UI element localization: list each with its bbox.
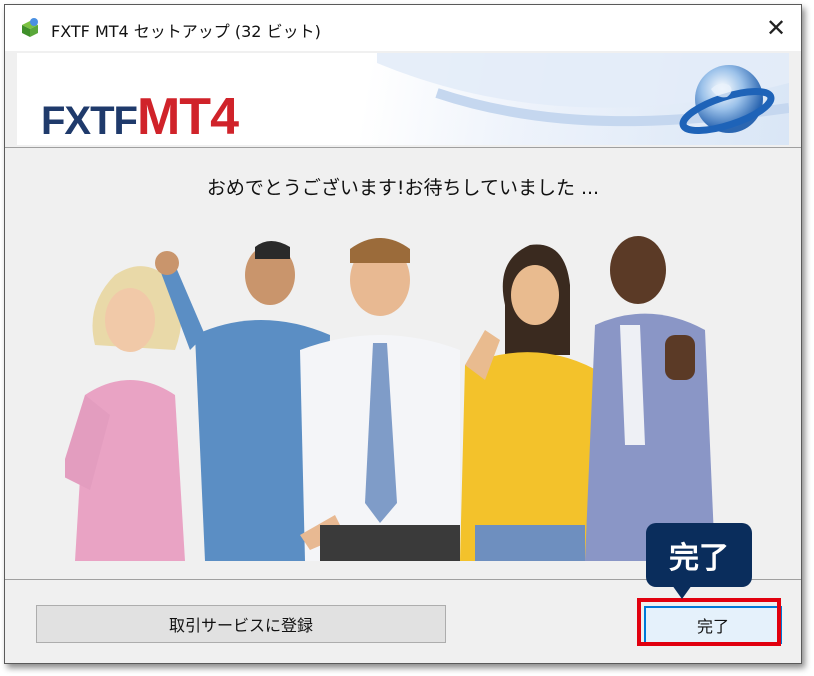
person-woman-pink [60, 266, 185, 561]
person-woman-yellow [460, 244, 605, 561]
done-button[interactable]: 完了 [644, 606, 782, 644]
people-illustration [60, 225, 741, 561]
fxtf-mt4-logo: FXTFMT4 [41, 88, 239, 145]
globe-icon [671, 55, 781, 143]
callout-pointer [672, 585, 692, 599]
close-button[interactable]: ✕ [751, 5, 801, 51]
window-title: FXTF MT4 セットアップ (32 ビット) [51, 22, 321, 41]
logo-mt4-text: MT4 [136, 88, 239, 145]
logo-fxtf-text: FXTF [41, 99, 138, 143]
header-banner: FXTFMT4 [17, 53, 789, 145]
installer-box-icon [19, 17, 41, 39]
completion-message: おめでとうございます!お待ちしていました ... [206, 177, 600, 199]
person-man-blue-blazer [585, 236, 715, 561]
person-man-white-shirt [300, 238, 460, 561]
title-bar: FXTF MT4 セットアップ (32 ビット) ✕ [5, 5, 801, 51]
register-service-button[interactable]: 取引サービスに登録 [36, 605, 446, 643]
header-divider [5, 147, 801, 148]
callout-label: 完了 [646, 523, 752, 587]
